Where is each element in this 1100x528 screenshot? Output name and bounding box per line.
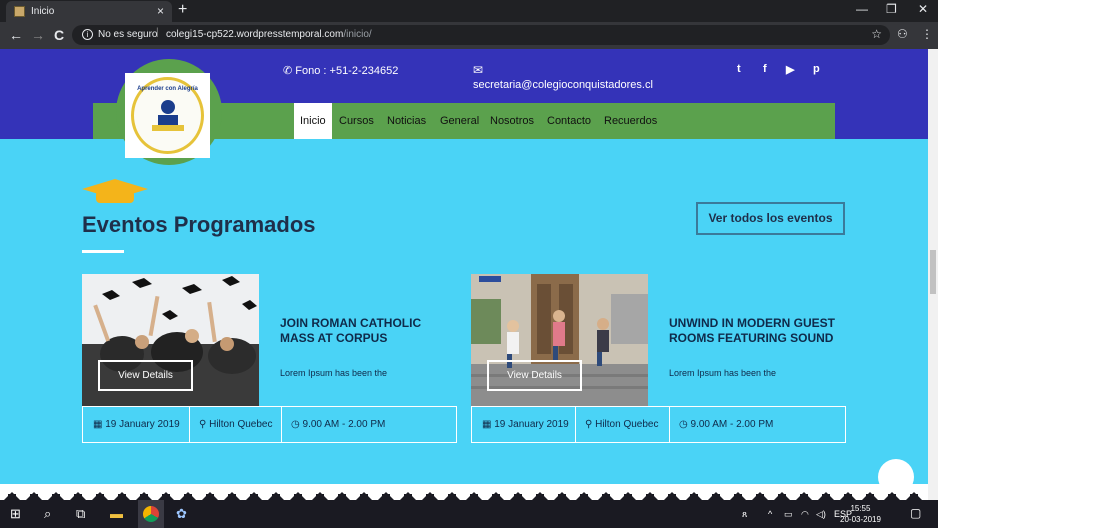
tab-title: Inicio [31, 6, 55, 17]
scrollbar-thumb[interactable] [930, 250, 936, 294]
event-meta: ▦ 19 January 2019 ⚲ Hilton Quebec ◷ 9.00… [471, 406, 846, 443]
section-title: Eventos Programados [82, 212, 316, 237]
school-logo[interactable]: Aprender con Alegría [125, 73, 210, 158]
back-button[interactable]: ← [9, 27, 23, 43]
event-place: Hilton Quebec [595, 419, 659, 430]
location-pin-icon: ⚲ [585, 419, 596, 430]
nav-item-general[interactable]: General [434, 103, 485, 139]
nav-item-cursos[interactable]: Cursos [333, 103, 380, 139]
volume-icon[interactable]: ◁) [816, 509, 826, 520]
url-path: /inicio/ [343, 29, 372, 40]
incognito-icon[interactable]: ⚇ [897, 27, 908, 41]
event-time: 9.00 AM - 2.00 PM [302, 419, 386, 430]
location-pin-icon: ⚲ [199, 419, 210, 430]
event-time: 9.00 AM - 2.00 PM [690, 419, 774, 430]
blank-area [938, 0, 1100, 500]
url-domain: colegi15-cp522.wordpresstemporal.com [166, 29, 344, 40]
event-meta: ▦ 19 January 2019 ⚲ Hilton Quebec ◷ 9.00… [82, 406, 457, 443]
nav-item-contacto[interactable]: Contacto [541, 103, 597, 139]
security-label: No es seguro [98, 29, 158, 40]
nav-item-noticias[interactable]: Noticias [381, 103, 432, 139]
app-icon[interactable]: ✿ [176, 506, 187, 522]
wifi-icon[interactable]: ◠ [801, 509, 809, 520]
windows-start-icon[interactable]: ⊞ [10, 506, 21, 522]
all-events-button[interactable]: Ver todos los eventos [696, 202, 845, 235]
logo-figure-icon [151, 100, 184, 131]
address-toolbar: ← → C i No es seguro | colegi15-cp522.wo… [0, 22, 938, 49]
nav-item-recuerdos[interactable]: Recuerdos [598, 103, 663, 139]
minimize-button[interactable]: — [856, 2, 868, 16]
favicon-icon [14, 6, 25, 17]
restore-button[interactable]: ❐ [886, 2, 897, 16]
calendar-icon: ▦ [482, 419, 495, 430]
mail-icon: ✉ [473, 63, 484, 77]
view-details-button[interactable]: View Details [98, 360, 193, 391]
info-icon[interactable]: i [82, 29, 93, 40]
close-window-button[interactable]: ✕ [918, 2, 928, 16]
event-title[interactable]: UNWIND IN MODERN GUEST ROOMS FEATURING S… [669, 316, 839, 346]
pinterest-icon[interactable]: p [813, 63, 820, 75]
logo-seal: Aprender con Alegría [131, 77, 204, 154]
battery-icon[interactable]: ▭ [784, 509, 793, 520]
nav-item-nosotros[interactable]: Nosotros [484, 103, 540, 139]
clock-time: 15:55 [850, 504, 871, 513]
footer-strip [0, 484, 928, 500]
new-tab-button[interactable]: + [178, 1, 187, 19]
clock-icon: ◷ [679, 419, 691, 430]
title-underline [82, 250, 124, 253]
event-title[interactable]: JOIN ROMAN CATHOLIC MASS AT CORPUS [280, 316, 450, 346]
youtube-icon[interactable]: ▶ [786, 63, 794, 76]
event-description: Lorem Ipsum has been the [280, 368, 388, 378]
notifications-icon[interactable]: ▢ [910, 506, 921, 520]
twitter-icon[interactable]: t [737, 63, 741, 75]
reload-button[interactable]: C [54, 27, 64, 43]
windows-taskbar: ⊞ ⌕ ⧉ ▬ ✿ ጸ ^ ▭ ◠ ◁) ESP 15:55 20-03-201… [0, 500, 938, 528]
event-place: Hilton Quebec [209, 419, 273, 430]
tray-chevron-icon[interactable]: ^ [768, 509, 772, 519]
task-view-icon[interactable]: ⧉ [76, 506, 85, 522]
file-explorer-icon[interactable]: ▬ [110, 506, 123, 521]
event-card: View Details JOIN ROMAN CATHOLIC MASS AT… [82, 274, 457, 443]
clock-icon: ◷ [291, 419, 303, 430]
phone-number: Fono : +51-2-234652 [295, 65, 399, 77]
people-icon[interactable]: ጸ [742, 509, 747, 520]
event-card: View Details UNWIND IN MODERN GUEST ROOM… [471, 274, 846, 443]
event-date: 19 January 2019 [494, 419, 569, 430]
view-details-button[interactable]: View Details [487, 360, 582, 391]
bookmark-star-icon[interactable]: ☆ [871, 27, 882, 41]
url-separator: | [156, 27, 159, 38]
phone-icon: ✆ [283, 65, 296, 77]
web-page: Aprender con Alegría ✆ Fono : +51-2-2346… [0, 49, 928, 500]
menu-kebab-icon[interactable]: ⋮ [921, 27, 933, 41]
search-icon[interactable]: ⌕ [44, 506, 51, 522]
email-link[interactable]: secretaria@colegioconquistadores.cl [473, 79, 653, 91]
clock[interactable]: 15:55 20-03-2019 [840, 503, 881, 525]
forward-button[interactable]: → [31, 27, 45, 43]
event-date: 19 January 2019 [105, 419, 180, 430]
chrome-icon [143, 506, 159, 522]
browser-tab[interactable]: Inicio × [6, 1, 172, 22]
clock-date: 20-03-2019 [840, 515, 881, 524]
calendar-icon: ▦ [93, 419, 106, 430]
decorative-border [4, 492, 922, 500]
browser-tab-bar: Inicio × + — ❐ ✕ [0, 0, 938, 22]
chrome-taskbar-button[interactable] [138, 500, 164, 528]
nav-item-inicio[interactable]: Inicio [294, 103, 332, 139]
logo-text: Aprender con Alegría [137, 86, 198, 92]
tab-close-icon[interactable]: × [157, 4, 164, 18]
url-bar[interactable]: i No es seguro | colegi15-cp522.wordpres… [72, 25, 890, 45]
graduation-cap-icon [82, 179, 148, 203]
facebook-icon[interactable]: f [763, 63, 767, 75]
event-description: Lorem Ipsum has been the [669, 368, 777, 378]
